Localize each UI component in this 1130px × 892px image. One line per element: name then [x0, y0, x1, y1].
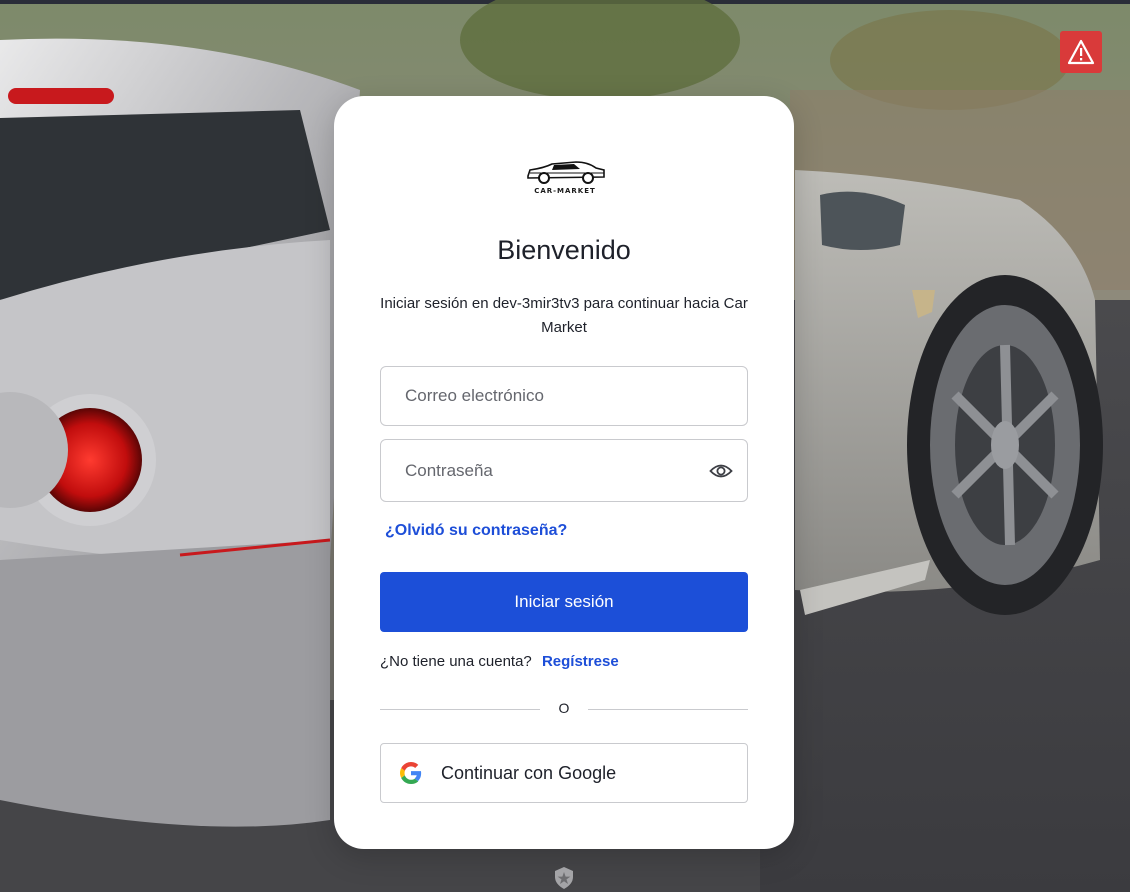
show-password-button[interactable]	[709, 460, 733, 482]
car-market-logo: CAR-MARKET	[524, 156, 606, 198]
warning-triangle-icon	[1067, 39, 1095, 65]
divider-line-right	[588, 709, 748, 710]
logo-text: CAR-MARKET	[534, 187, 596, 195]
divider-label: O	[558, 700, 570, 716]
forgot-password-link[interactable]: ¿Olvidó su contraseña?	[385, 522, 567, 540]
or-divider: O	[380, 699, 748, 719]
page-title: Bienvenido	[497, 235, 631, 265]
email-input[interactable]	[381, 367, 747, 425]
login-subtitle: Iniciar sesión en dev-3mir3tv3 para cont…	[380, 295, 748, 336]
google-login-label: Continuar con Google	[441, 762, 617, 783]
login-card: CAR-MARKET Bienvenido Iniciar sesión en …	[334, 96, 794, 849]
car-logo-icon	[527, 161, 605, 184]
password-input[interactable]	[381, 440, 747, 501]
warning-button[interactable]	[1060, 31, 1102, 73]
signup-prompt: ¿No tiene una cuenta?	[380, 653, 532, 670]
password-field[interactable]	[380, 439, 748, 502]
auth0-shield-icon	[555, 867, 573, 889]
signup-link[interactable]: Regístrese	[542, 653, 619, 670]
eye-icon	[709, 464, 733, 478]
google-icon	[400, 762, 422, 784]
signup-row: ¿No tiene una cuenta? Regístrese	[380, 653, 619, 670]
email-field[interactable]	[380, 366, 748, 426]
google-login-button[interactable]: Continuar con Google	[380, 743, 748, 803]
login-button[interactable]: Iniciar sesión	[380, 572, 748, 632]
